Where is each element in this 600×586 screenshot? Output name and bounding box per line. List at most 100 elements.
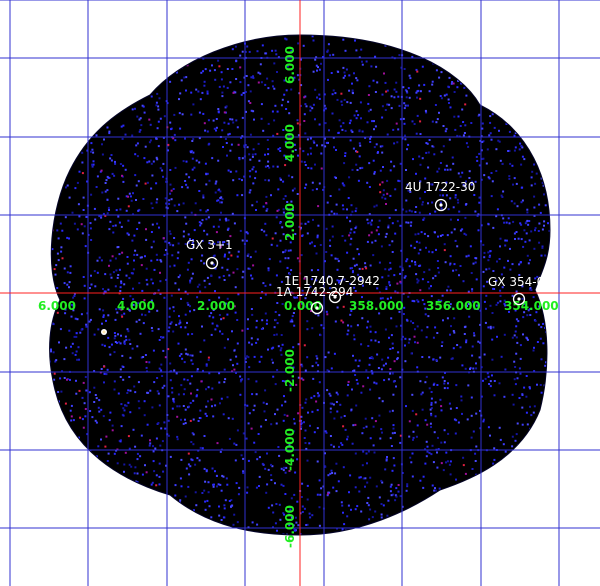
photon-pixel xyxy=(499,289,502,292)
photon-pixel xyxy=(249,158,252,161)
photon-pixel xyxy=(180,418,182,421)
photon-pixel xyxy=(117,392,120,395)
photon-pixel-hot xyxy=(159,271,161,274)
photon-pixel xyxy=(355,404,358,407)
photon-pixel xyxy=(416,299,419,302)
photon-pixel xyxy=(397,95,400,98)
photon-pixel xyxy=(369,330,372,333)
photon-pixel xyxy=(516,422,519,425)
photon-pixel xyxy=(255,209,257,211)
photon-pixel xyxy=(378,219,381,222)
photon-pixel xyxy=(257,142,260,145)
photon-pixel xyxy=(238,158,241,161)
photon-pixel xyxy=(253,441,256,444)
photon-pixel xyxy=(126,256,129,258)
photon-pixel xyxy=(255,200,258,203)
photon-pixel xyxy=(444,130,447,133)
photon-pixel xyxy=(489,115,492,118)
photon-pixel xyxy=(424,313,427,316)
photon-pixel xyxy=(475,445,478,448)
photon-pixel xyxy=(69,265,72,268)
photon-pixel xyxy=(488,177,491,180)
photon-pixel xyxy=(164,197,167,200)
photon-pixel xyxy=(433,153,436,156)
photon-pixel xyxy=(168,315,171,318)
photon-pixel xyxy=(193,309,196,312)
photon-pixel-hot xyxy=(342,321,345,324)
photon-pixel xyxy=(237,250,240,253)
photon-pixel xyxy=(512,220,515,223)
photon-pixel xyxy=(434,415,437,418)
photon-pixel xyxy=(275,333,278,336)
photon-pixel xyxy=(94,285,97,288)
photon-pixel xyxy=(232,121,235,124)
photon-pixel xyxy=(436,332,439,334)
photon-pixel xyxy=(369,476,372,479)
photon-pixel xyxy=(221,91,224,94)
photon-pixel xyxy=(227,122,230,125)
photon-pixel xyxy=(356,382,359,385)
photon-pixel xyxy=(413,246,416,249)
photon-pixel xyxy=(414,341,416,344)
photon-pixel xyxy=(449,262,452,265)
photon-pixel xyxy=(272,375,275,378)
photon-pixel xyxy=(430,414,433,417)
photon-pixel xyxy=(280,334,283,336)
photon-pixel-hot xyxy=(340,319,343,322)
photon-pixel xyxy=(226,268,229,271)
photon-pixel xyxy=(453,317,456,320)
photon-pixel xyxy=(410,320,412,323)
photon-pixel xyxy=(442,194,444,197)
photon-pixel xyxy=(320,487,323,490)
photon-pixel xyxy=(217,225,220,228)
photon-pixel xyxy=(136,472,139,475)
photon-pixel xyxy=(91,148,94,151)
photon-pixel xyxy=(498,129,500,132)
photon-pixel xyxy=(162,162,165,165)
photon-pixel xyxy=(129,411,132,414)
photon-pixel xyxy=(535,172,538,175)
photon-pixel xyxy=(186,268,189,271)
photon-pixel xyxy=(207,216,210,219)
photon-pixel xyxy=(290,88,293,91)
photon-pixel xyxy=(276,165,279,168)
photon-pixel xyxy=(106,189,109,192)
photon-pixel xyxy=(150,187,153,190)
photon-pixel xyxy=(227,227,230,230)
photon-pixel xyxy=(423,217,426,220)
photon-pixel xyxy=(274,413,276,416)
photon-pixel xyxy=(220,397,223,400)
photon-pixel xyxy=(415,435,418,438)
photon-pixel xyxy=(174,282,177,285)
photon-pixel xyxy=(438,167,441,170)
photon-pixel-hot xyxy=(149,439,151,442)
photon-pixel xyxy=(183,361,186,364)
photon-pixel xyxy=(153,268,156,271)
photon-pixel xyxy=(118,221,121,224)
photon-pixel xyxy=(221,266,224,269)
photon-pixel xyxy=(277,188,280,191)
photon-pixel xyxy=(462,134,465,137)
photon-pixel xyxy=(150,162,153,165)
photon-pixel xyxy=(369,140,372,143)
photon-pixel xyxy=(474,261,477,264)
photon-pixel xyxy=(252,182,255,185)
photon-pixel xyxy=(90,239,93,241)
photon-pixel xyxy=(533,405,536,408)
photon-pixel xyxy=(141,313,143,316)
photon-pixel xyxy=(499,245,501,248)
photon-pixel xyxy=(320,62,322,65)
photon-pixel xyxy=(83,284,86,287)
photon-pixel xyxy=(313,141,316,144)
photon-pixel xyxy=(249,175,251,178)
photon-pixel xyxy=(304,132,307,135)
photon-pixel xyxy=(366,181,369,184)
photon-pixel xyxy=(407,341,410,344)
photon-pixel xyxy=(541,228,544,231)
photon-pixel xyxy=(495,170,498,172)
photon-pixel xyxy=(432,383,435,386)
photon-pixel xyxy=(390,95,393,98)
photon-pixel xyxy=(503,395,506,398)
photon-pixel xyxy=(185,173,188,176)
photon-pixel xyxy=(416,325,419,328)
